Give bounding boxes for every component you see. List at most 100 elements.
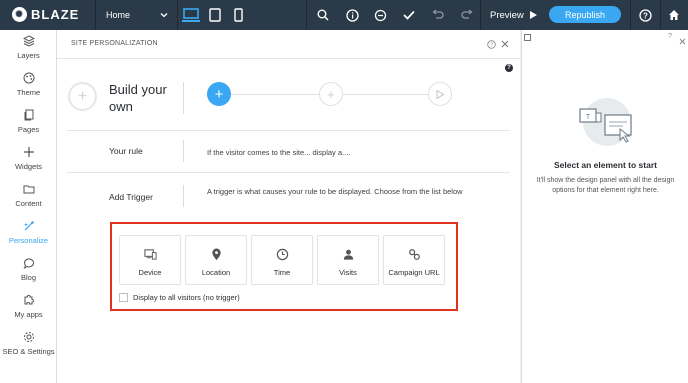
trigger-card-time[interactable]: Time: [251, 235, 313, 285]
trigger-card-device[interactable]: Device: [119, 235, 181, 285]
pages-icon: [24, 109, 33, 121]
tablet-view-icon[interactable]: [205, 5, 225, 25]
build-rule-icon: +: [68, 82, 97, 111]
republish-button[interactable]: Republish: [549, 6, 621, 23]
help-icon[interactable]: ?: [505, 64, 513, 72]
sidebar-item-label: Blog: [20, 273, 36, 282]
mobile-view-icon[interactable]: [228, 5, 248, 25]
redo-icon[interactable]: [457, 5, 477, 25]
comments-icon[interactable]: [370, 5, 390, 25]
preview-label: Preview: [490, 9, 524, 21]
divider: [660, 0, 661, 30]
trigger-card-label: Campaign URL: [388, 268, 440, 277]
trigger-label: Add Trigger: [109, 192, 153, 202]
link-icon: [408, 249, 420, 260]
search-icon[interactable]: [313, 5, 333, 25]
chat-icon: [23, 258, 34, 269]
sidebar-item-theme[interactable]: Theme: [0, 72, 57, 109]
sidebar-item-label: Theme: [16, 88, 41, 97]
sidebar-item-blog[interactable]: Blog: [0, 257, 57, 294]
build-title: Build your own: [109, 82, 167, 114]
sidebar-item-label: Personalize: [8, 236, 49, 245]
divider: [67, 130, 510, 131]
help-icon[interactable]: ?: [486, 39, 496, 49]
divider: [183, 82, 184, 114]
personalize-icon: [23, 221, 34, 231]
palette-icon: [23, 72, 34, 84]
logo-text: BLAZE: [31, 7, 80, 22]
checkmark-icon[interactable]: [399, 5, 419, 25]
no-trigger-label: Display to all visitors (no trigger): [133, 293, 240, 302]
trigger-card-label: Visits: [339, 268, 357, 277]
step-add-icon: +: [319, 82, 343, 106]
divider: [630, 0, 631, 30]
rule-text: If the visitor comes to the site... disp…: [207, 148, 351, 157]
divider: [306, 0, 307, 30]
sidebar-item-personalize[interactable]: Personalize: [0, 220, 57, 257]
step-connector: [231, 94, 321, 95]
close-icon[interactable]: [500, 39, 510, 49]
trigger-text: A trigger is what causes your rule to be…: [207, 187, 463, 196]
device-icon: [143, 249, 157, 260]
preview-button[interactable]: Preview: [480, 0, 547, 30]
select-element-illustration-icon: T: [579, 98, 632, 146]
divider: [177, 0, 178, 30]
sidebar-item-label: Layers: [17, 51, 40, 60]
svg-text:T: T: [586, 114, 591, 121]
play-icon: [529, 11, 537, 19]
divider: [183, 185, 184, 207]
step-play-icon: [428, 82, 452, 106]
divider: [183, 140, 184, 162]
close-icon[interactable]: [679, 32, 686, 50]
trigger-card-label: Device: [138, 268, 162, 277]
top-bar: ✺ BLAZE Home Preview Republish ?: [0, 0, 688, 30]
svg-text:?: ?: [489, 42, 492, 48]
sidebar-item-label: Widgets: [14, 162, 43, 171]
info-icon[interactable]: [342, 5, 362, 25]
trigger-card-visits[interactable]: Visits: [317, 235, 379, 285]
sidebar-item-content[interactable]: Content: [0, 183, 57, 220]
home-icon[interactable]: [664, 5, 684, 25]
panel-title: SITE PERSONALIZATION: [71, 40, 158, 47]
sidebar-item-my-apps[interactable]: My apps: [0, 294, 57, 331]
sidebar-item-layers[interactable]: Layers: [0, 35, 57, 72]
trigger-card-label: Location: [201, 268, 231, 277]
logo-mark-icon: ✺: [12, 7, 27, 22]
panel-toggle-icon[interactable]: [524, 34, 531, 41]
svg-text:?: ?: [643, 11, 648, 20]
no-trigger-option[interactable]: Display to all visitors (no trigger): [119, 293, 240, 302]
personalization-panel: SITE PERSONALIZATION ? ? + Build your ow…: [57, 30, 520, 383]
trigger-card-campaign-url[interactable]: Campaign URL: [383, 235, 445, 285]
plus-icon: [23, 147, 34, 157]
step-add-icon[interactable]: +: [207, 82, 231, 106]
sidebar-item-seo-settings[interactable]: SEO & Settings: [0, 331, 57, 368]
sidebar-item-label: My apps: [14, 310, 43, 319]
logo: ✺ BLAZE: [12, 7, 79, 22]
republish-label: Republish: [564, 9, 606, 20]
rule-label: Your rule: [109, 146, 143, 156]
divider: [57, 58, 520, 59]
divider: [67, 172, 510, 173]
clock-icon: [276, 248, 288, 261]
location-pin-icon: [211, 248, 221, 261]
empty-state-title: Select an element to start: [554, 160, 657, 170]
help-icon[interactable]: ?: [635, 5, 655, 25]
sidebar-item-widgets[interactable]: Widgets: [0, 146, 57, 183]
step-connector: [343, 94, 429, 95]
trigger-card-location[interactable]: Location: [185, 235, 247, 285]
sidebar-item-label: Pages: [17, 125, 40, 134]
design-panel: ? T Select an element to start It'll sho…: [521, 30, 688, 383]
undo-icon[interactable]: [428, 5, 448, 25]
no-trigger-checkbox[interactable]: [119, 293, 128, 302]
page-select[interactable]: Home: [96, 0, 176, 30]
user-icon: [343, 249, 353, 260]
page-select-value: Home: [106, 10, 131, 20]
sidebar-item-label: SEO & Settings: [2, 347, 55, 356]
sidebar-item-label: Content: [15, 199, 42, 208]
trigger-card-label: Time: [273, 268, 291, 277]
layers-icon: [22, 35, 35, 47]
help-icon[interactable]: ?: [668, 33, 672, 40]
sidebar-item-pages[interactable]: Pages: [0, 109, 57, 146]
desktop-view-icon[interactable]: [181, 5, 201, 25]
empty-state-text: It'll show the design panel with all the…: [536, 177, 675, 194]
